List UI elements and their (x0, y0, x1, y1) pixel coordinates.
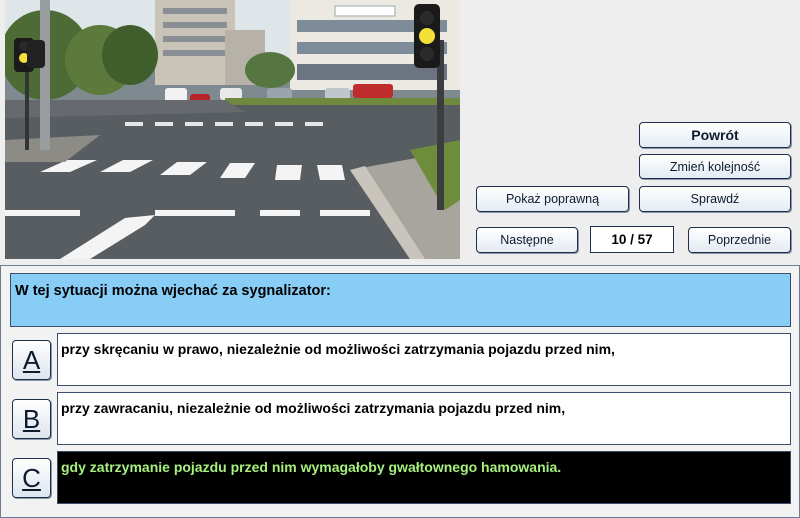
question-photo (5, 0, 460, 259)
answer-c-text[interactable]: gdy zatrzymanie pojazdu przed nim wymaga… (57, 451, 791, 504)
answer-c-button[interactable]: C (12, 458, 51, 498)
answer-a-button[interactable]: A (12, 340, 51, 380)
next-button[interactable]: Następne (476, 227, 578, 253)
answer-b-button[interactable]: B (12, 399, 51, 439)
check-button[interactable]: Sprawdź (639, 186, 791, 212)
question-text: W tej sytuacji można wjechać za sygnaliz… (10, 273, 791, 327)
question-counter: 10 / 57 (590, 226, 674, 253)
previous-button[interactable]: Poprzednie (688, 227, 791, 253)
answer-b-text[interactable]: przy zawracaniu, niezależnie od możliwoś… (57, 392, 791, 445)
back-button[interactable]: Powrót (639, 122, 791, 148)
reorder-button[interactable]: Zmień kolejność (639, 154, 791, 179)
answer-a-text[interactable]: przy skręcaniu w prawo, niezależnie od m… (57, 333, 791, 386)
intersection-image (5, 0, 460, 259)
show-correct-button[interactable]: Pokaż poprawną (476, 186, 629, 212)
